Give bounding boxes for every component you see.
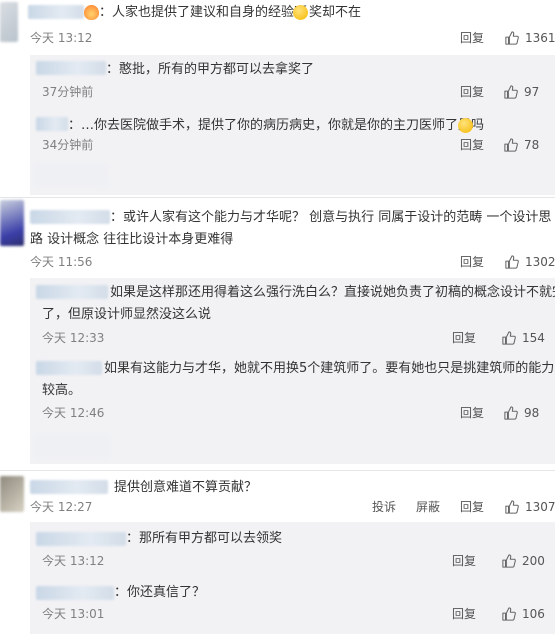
like-count: 78 <box>524 138 540 152</box>
like-button[interactable]: 154 <box>502 330 545 346</box>
reply-text: ：…你去医院做手术，提供了你的病历病史，你就是你的主刀医师了是吗 <box>68 118 485 133</box>
thumb-up-icon <box>505 31 519 45</box>
like-button[interactable]: 1302 <box>505 254 555 270</box>
thumb-up-icon <box>505 255 519 269</box>
like-count: 106 <box>522 607 545 621</box>
reply-button[interactable]: 回复 <box>460 499 484 515</box>
reply-button[interactable]: 回复 <box>452 553 476 569</box>
reply-text: ：你还真信了？ <box>114 585 206 600</box>
report-button[interactable]: 投诉 <box>372 499 396 515</box>
avatar[interactable] <box>0 476 24 512</box>
reply-time: 34分钟前 <box>42 138 94 152</box>
username[interactable] <box>28 5 84 19</box>
thumb-up-icon <box>505 500 519 514</box>
reply-time: 37分钟前 <box>42 85 94 99</box>
reply-button[interactable]: 回复 <box>460 84 484 100</box>
block-button[interactable]: 屏蔽 <box>416 499 440 515</box>
comment-time: 今天 11:56 <box>30 255 93 269</box>
thumb-up-icon <box>502 607 516 621</box>
reply-button[interactable]: 回复 <box>460 30 484 46</box>
username[interactable] <box>30 480 108 494</box>
reply-list: ：那所有甲方都可以去领奖 今天 13:12 回复 200 ：你还真信了？ 今天 … <box>30 522 555 634</box>
more-replies-link[interactable] <box>34 163 108 187</box>
reply-text: ：那所有甲方都可以去领奖 <box>126 531 283 546</box>
like-count: 1361 <box>525 31 555 45</box>
reply-text-line1: 如果有这能力与才华，她就不用换5个建筑师了。要有她也只是挑建筑师的能力比 <box>104 361 555 376</box>
comment-text: ：人家也提供了建议和自身的经验呀 <box>99 5 308 20</box>
like-count: 1307 <box>525 500 555 514</box>
comment-text-line1: ：或许人家有这个能力与才华呢？ 创意与执行 同属于设计的范畴 一个设计思 <box>110 210 552 225</box>
like-count: 98 <box>524 406 540 420</box>
reply-text-line1: 如果是这样那还用得着这么强行洗白么？直接说她负责了初稿的概念设计不就完 <box>110 285 555 300</box>
reply-list: 如果是这样那还用得着这么强行洗白么？直接说她负责了初稿的概念设计不就完 了，但原… <box>30 278 555 464</box>
divider <box>0 470 555 471</box>
thumb-up-icon <box>504 406 518 420</box>
reply-button[interactable]: 回复 <box>460 405 484 421</box>
comment-time: 今天 12:27 <box>30 500 93 514</box>
reply-list: ：憨批，所有的甲方都可以去拿奖了 37分钟前 回复 97 ：…你去医院做手术，提… <box>30 55 555 195</box>
reply-time: 今天 13:12 <box>42 554 105 568</box>
like-button[interactable]: 97 <box>504 84 539 100</box>
reply-username[interactable] <box>36 61 106 75</box>
like-count: 1302 <box>525 255 555 269</box>
reply-text: ：憨批，所有的甲方都可以去拿奖了 <box>106 62 315 77</box>
reply-text-line2: 了，但原设计师显然没这么说 <box>42 307 212 322</box>
like-count: 97 <box>524 85 540 99</box>
username[interactable] <box>30 210 110 224</box>
reply-button[interactable]: 回复 <box>460 254 484 270</box>
reply-username[interactable] <box>36 586 114 600</box>
like-count: 154 <box>522 331 545 345</box>
smile-emoji-icon <box>458 118 473 133</box>
smile-emoji-icon <box>293 5 308 20</box>
comment-text-tail: 奖却不在 <box>309 5 362 20</box>
like-count: 200 <box>522 554 545 568</box>
thumb-up-icon <box>504 85 518 99</box>
fire-emoji-icon <box>84 5 99 20</box>
reply-username[interactable] <box>36 117 68 131</box>
thumb-up-icon <box>502 331 516 345</box>
like-button[interactable]: 78 <box>504 137 539 153</box>
reply-button[interactable]: 回复 <box>452 606 476 622</box>
like-button[interactable]: 1361 <box>505 30 555 46</box>
like-button[interactable]: 98 <box>504 405 539 421</box>
more-replies-link[interactable] <box>34 434 110 458</box>
comment-text-line2: 路 设计概念 往往比设计本身更难得 <box>30 232 234 247</box>
reply-button[interactable]: 回复 <box>452 330 476 346</box>
comment-text: 提供创意难道不算贡献？ <box>114 480 258 495</box>
like-button[interactable]: 200 <box>502 553 545 569</box>
reply-username[interactable] <box>36 361 102 375</box>
reply-username[interactable] <box>36 285 108 299</box>
reply-time: 今天 12:46 <box>42 406 105 420</box>
divider <box>0 197 555 198</box>
comment-time: 今天 13:12 <box>30 31 93 45</box>
reply-button[interactable]: 回复 <box>460 137 484 153</box>
like-button[interactable]: 106 <box>502 606 545 622</box>
reply-username[interactable] <box>36 532 126 546</box>
reply-text-line2: 较高。 <box>42 383 82 398</box>
like-button[interactable]: 1307 <box>505 499 555 515</box>
avatar[interactable] <box>0 2 18 42</box>
thumb-up-icon <box>502 554 516 568</box>
avatar[interactable] <box>0 200 24 246</box>
thumb-up-icon <box>504 138 518 152</box>
reply-time: 今天 12:33 <box>42 331 105 345</box>
reply-time: 今天 13:01 <box>42 607 105 621</box>
